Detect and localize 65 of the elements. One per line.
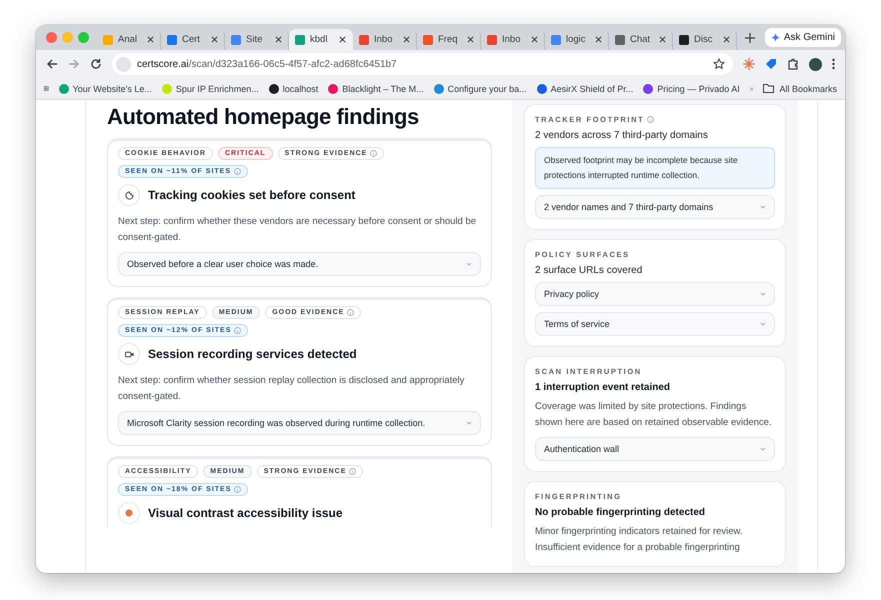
expandable-dropdown[interactable]: Authentication wall — [535, 437, 775, 461]
finding-title: Tracking cookies set before consent — [148, 188, 356, 202]
all-bookmarks-button[interactable]: All Bookmarks — [763, 84, 837, 94]
close-icon[interactable] — [595, 36, 602, 43]
panel-summary: 2 surface URLs covered — [535, 265, 644, 276]
browser-tab[interactable]: kbdl — [289, 29, 353, 50]
detail-dropdown[interactable]: Microsoft Clarity session recording was observed during runtime collection. — [118, 411, 481, 435]
new-tab-icon[interactable] — [745, 32, 755, 42]
notice-box: Observed footprint may be incomplete because site protections interrupted runtime collection. — [535, 147, 775, 189]
close-icon[interactable] — [467, 36, 474, 43]
chevron-down-icon — [466, 262, 472, 266]
address-bar[interactable]: certscore.ai/scan/d323a166-06c5-4f57-afc2-ad68fc6451b7 — [112, 53, 733, 75]
video-camera-icon — [124, 350, 134, 358]
panel-text: Coverage was limited by site protections. Findings shown here are based on retained observable evidence. — [535, 400, 773, 430]
apps-grid-icon[interactable] — [44, 83, 49, 94]
reload-icon[interactable] — [90, 58, 102, 70]
panel-summary: No probable fingerprinting detected — [535, 507, 706, 518]
expandable-dropdown[interactable]: Terms of service — [535, 312, 775, 336]
chevron-down-icon — [466, 421, 472, 425]
panel-summary: 2 vendors across 7 third-party domains — [535, 130, 709, 141]
sparkle-icon — [770, 33, 780, 42]
bookmark-link[interactable]: Pricing — Privado AI — [643, 84, 740, 94]
tag-icon[interactable] — [765, 58, 777, 70]
extensions-icon[interactable] — [787, 58, 799, 70]
close-icon[interactable] — [339, 36, 346, 43]
expandable-dropdown[interactable]: 2 vendor names and 7 third-party domains — [535, 195, 775, 219]
cookie-icon — [124, 190, 134, 200]
menu-icon[interactable] — [832, 58, 835, 70]
detail-dropdown[interactable]: Observed before a clear user choice was made. — [118, 252, 481, 276]
chevron-down-icon — [760, 205, 766, 209]
info-icon[interactable] — [347, 309, 354, 316]
ask-gemini-button[interactable]: Ask Gemini — [764, 28, 841, 47]
close-icon[interactable] — [275, 36, 282, 43]
panel-summary: 1 interruption event retained — [535, 382, 672, 393]
panel-text: Minor fingerprinting indicators retained for review. Insufficient evidence for a probable fingerprinting — [535, 525, 744, 555]
burst-icon[interactable] — [743, 58, 755, 70]
close-icon[interactable] — [531, 36, 538, 43]
chevron-down-icon — [760, 322, 766, 326]
bookmark-link[interactable]: Your Website's Le... — [58, 84, 152, 94]
profile-avatar[interactable] — [809, 58, 822, 70]
bookmark-link[interactable]: Spur IP Enrichmen... — [162, 84, 259, 94]
back-icon[interactable] — [46, 58, 58, 70]
next-step-text: Next step: confirm whether session replay collection is disclosed and appropriately consent-gated. — [118, 374, 466, 404]
folder-icon — [763, 84, 774, 93]
info-icon[interactable] — [647, 116, 654, 123]
next-step-text: Next step: confirm whether these vendors are necessary before consent or should be consent-gated. — [118, 215, 478, 245]
page-heading: Automated homepage findings — [107, 104, 420, 130]
bookmark-link[interactable]: Configure your ba... — [434, 84, 527, 94]
close-icon[interactable] — [723, 36, 730, 43]
close-icon[interactable] — [211, 36, 218, 43]
bookmark-star-icon[interactable] — [713, 58, 725, 70]
close-icon[interactable] — [147, 36, 154, 43]
expandable-dropdown[interactable]: Privacy policy — [535, 282, 775, 306]
close-icon[interactable] — [659, 36, 666, 43]
finding-title: Visual contrast accessibility issue — [148, 506, 343, 520]
chevron-down-icon — [760, 447, 766, 451]
more-chevrons-icon[interactable] — [750, 84, 754, 92]
chevron-down-icon — [760, 292, 766, 296]
close-icon[interactable] — [403, 36, 410, 43]
finding-title: Session recording services detected — [148, 347, 357, 361]
info-icon[interactable] — [349, 468, 356, 475]
bookmark-link[interactable]: Blacklight – The M... — [328, 84, 424, 94]
bookmark-link[interactable]: AesirX Shield of Pr... — [536, 84, 634, 94]
info-icon[interactable] — [370, 150, 378, 157]
bookmark-link[interactable]: localhost — [268, 84, 318, 94]
